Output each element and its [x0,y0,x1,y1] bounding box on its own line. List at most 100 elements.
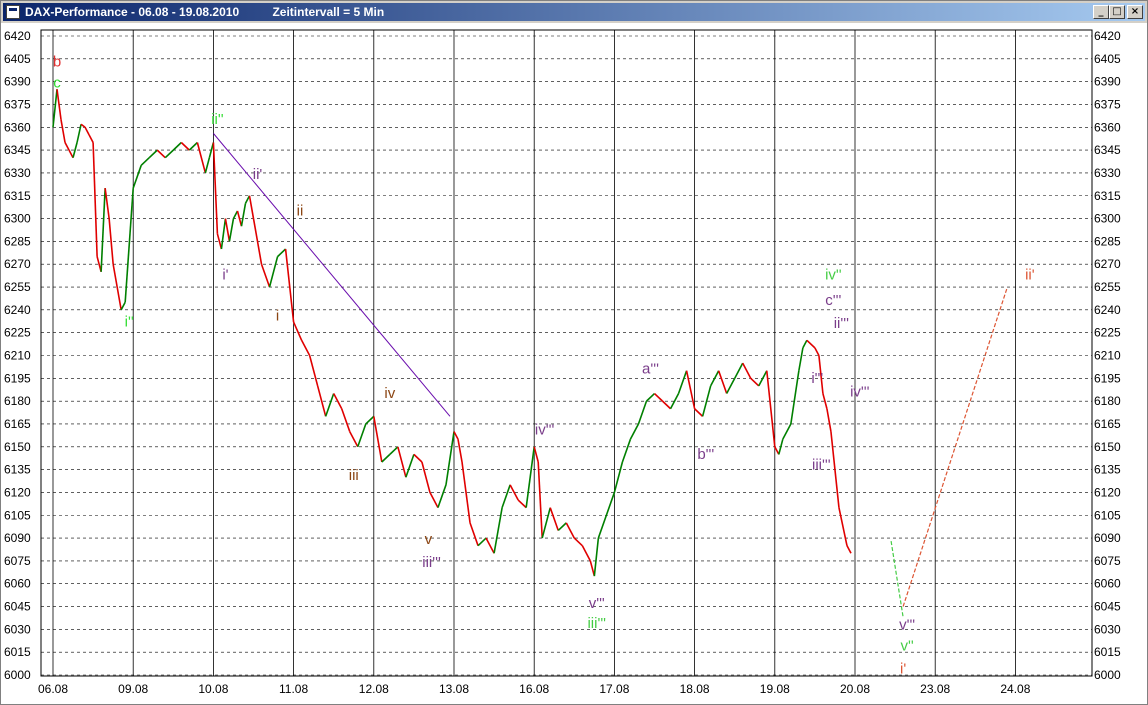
title-bar[interactable]: DAX-Performance - 06.08 - 19.08.2010 Zei… [3,3,1145,21]
y-tick-label: 6270 [1094,257,1121,271]
y-tick-label: 6165 [1094,417,1121,431]
y-tick-label: 6060 [1094,577,1121,591]
wave-label: i' [900,660,906,677]
x-tick-label: 16.08 [519,682,549,696]
window-title: DAX-Performance - 06.08 - 19.08.2010 Zei… [25,5,385,19]
y-tick-label: 6000 [1094,668,1121,682]
y-tick-label: 6300 [4,212,31,226]
y-tick-label: 6345 [1094,143,1121,157]
y-tick-label: 6105 [4,508,31,522]
wave-label: v'' [901,638,914,655]
wave-label: b [53,53,61,70]
y-tick-label: 6150 [4,440,31,454]
wave-label: iv''' [535,422,555,439]
y-tick-label: 6420 [1094,29,1121,43]
y-tick-label: 6015 [1094,645,1121,659]
app-icon[interactable] [6,5,20,19]
y-tick-label: 6000 [4,668,31,682]
minimize-button[interactable]: _ [1093,5,1109,19]
y-tick-label: 6225 [1094,326,1121,340]
y-tick-label: 6240 [4,303,31,317]
y-tick-label: 6090 [4,531,31,545]
wave-label: c [53,75,61,92]
y-tick-label: 6420 [4,29,31,43]
y-tick-label: 6360 [4,120,31,134]
y-tick-label: 6075 [4,554,31,568]
y-tick-label: 6345 [4,143,31,157]
y-tick-label: 6120 [4,485,31,499]
wave-label: ii' [253,166,263,183]
y-tick-label: 6180 [1094,394,1121,408]
wave-label: ii [297,202,304,219]
y-tick-label: 6330 [1094,166,1121,180]
x-tick-label: 18.08 [680,682,710,696]
y-tick-label: 6045 [1094,600,1121,614]
y-tick-label: 6195 [1094,371,1121,385]
y-tick-label: 6165 [4,417,31,431]
x-tick-label: 19.08 [760,682,790,696]
y-tick-label: 6180 [4,394,31,408]
wave-label: iv [384,385,395,402]
wave-label: i' [222,266,228,283]
wave-label: i''' [811,370,823,387]
y-tick-label: 6045 [4,600,31,614]
y-tick-label: 6225 [4,326,31,340]
wave-label: iii''' [812,457,831,474]
wave-label: c''' [825,292,841,309]
wave-label: iv'' [825,266,842,283]
y-tick-label: 6210 [1094,349,1121,363]
x-tick-label: 11.08 [279,682,308,696]
x-tick-label: 13.08 [439,682,469,696]
wave-label: b''' [697,446,714,463]
app-window: DAX-Performance - 06.08 - 19.08.2010 Zei… [0,0,1148,705]
y-tick-label: 6315 [1094,189,1121,203]
y-tick-label: 6195 [4,371,31,385]
price-chart: 6420 6405 6390 6375 6360 6345 6330 6315 6300 6285… [1,23,1147,704]
y-tick-label: 6135 [1094,463,1121,477]
y-tick-label: 6270 [4,257,31,271]
wave-label: i [276,307,279,324]
y-tick-label: 6030 [1094,622,1121,636]
x-tick-label: 23.08 [920,682,950,696]
y-tick-label: 6405 [4,52,31,66]
y-axis-left: 6420 6405 6390 6375 6360 6345 6330 6315 6300 6285… [4,29,31,682]
y-tick-label: 6090 [1094,531,1121,545]
wave-label: v [425,531,433,548]
x-tick-label: 24.08 [1000,682,1030,696]
close-button[interactable]: × [1127,5,1143,19]
y-tick-label: 6015 [4,645,31,659]
y-tick-label: 6210 [4,349,31,363]
y-tick-label: 6075 [1094,554,1121,568]
y-tick-label: 6315 [4,189,31,203]
wave-label: v''' [589,595,605,612]
plot-frame [40,29,1093,677]
y-tick-label: 6360 [1094,120,1121,134]
y-tick-label: 6375 [4,97,31,111]
x-tick-label: 09.08 [118,682,148,696]
y-tick-label: 6390 [1094,75,1121,89]
wave-label: iii''' [587,615,606,632]
y-tick-label: 6330 [4,166,31,180]
y-tick-label: 6285 [1094,234,1121,248]
y-tick-label: 6390 [4,75,31,89]
x-tick-label: 06.08 [38,682,68,696]
x-tick-label: 10.08 [198,682,228,696]
wave-label: ii''' [834,315,849,332]
y-tick-label: 6120 [1094,485,1121,499]
y-tick-label: 6060 [4,577,31,591]
y-tick-label: 6405 [1094,52,1121,66]
y-tick-label: 6255 [4,280,31,294]
y-tick-label: 6300 [1094,212,1121,226]
wave-label: ii' [1025,266,1035,283]
x-tick-label: 12.08 [359,682,389,696]
y-tick-label: 6285 [4,234,31,248]
y-tick-label: 6150 [1094,440,1121,454]
y-tick-label: 6105 [1094,508,1121,522]
maximize-button[interactable]: □ [1109,5,1125,19]
y-axis-right: 6420 6405 6390 6375 6360 6345 6330 6315 6300 6285… [1094,29,1121,682]
y-tick-label: 6135 [4,463,31,477]
wave-label: iv''' [850,383,870,400]
y-tick-label: 6255 [1094,280,1121,294]
x-tick-label: 17.08 [599,682,629,696]
wave-label: i'' [125,314,134,331]
